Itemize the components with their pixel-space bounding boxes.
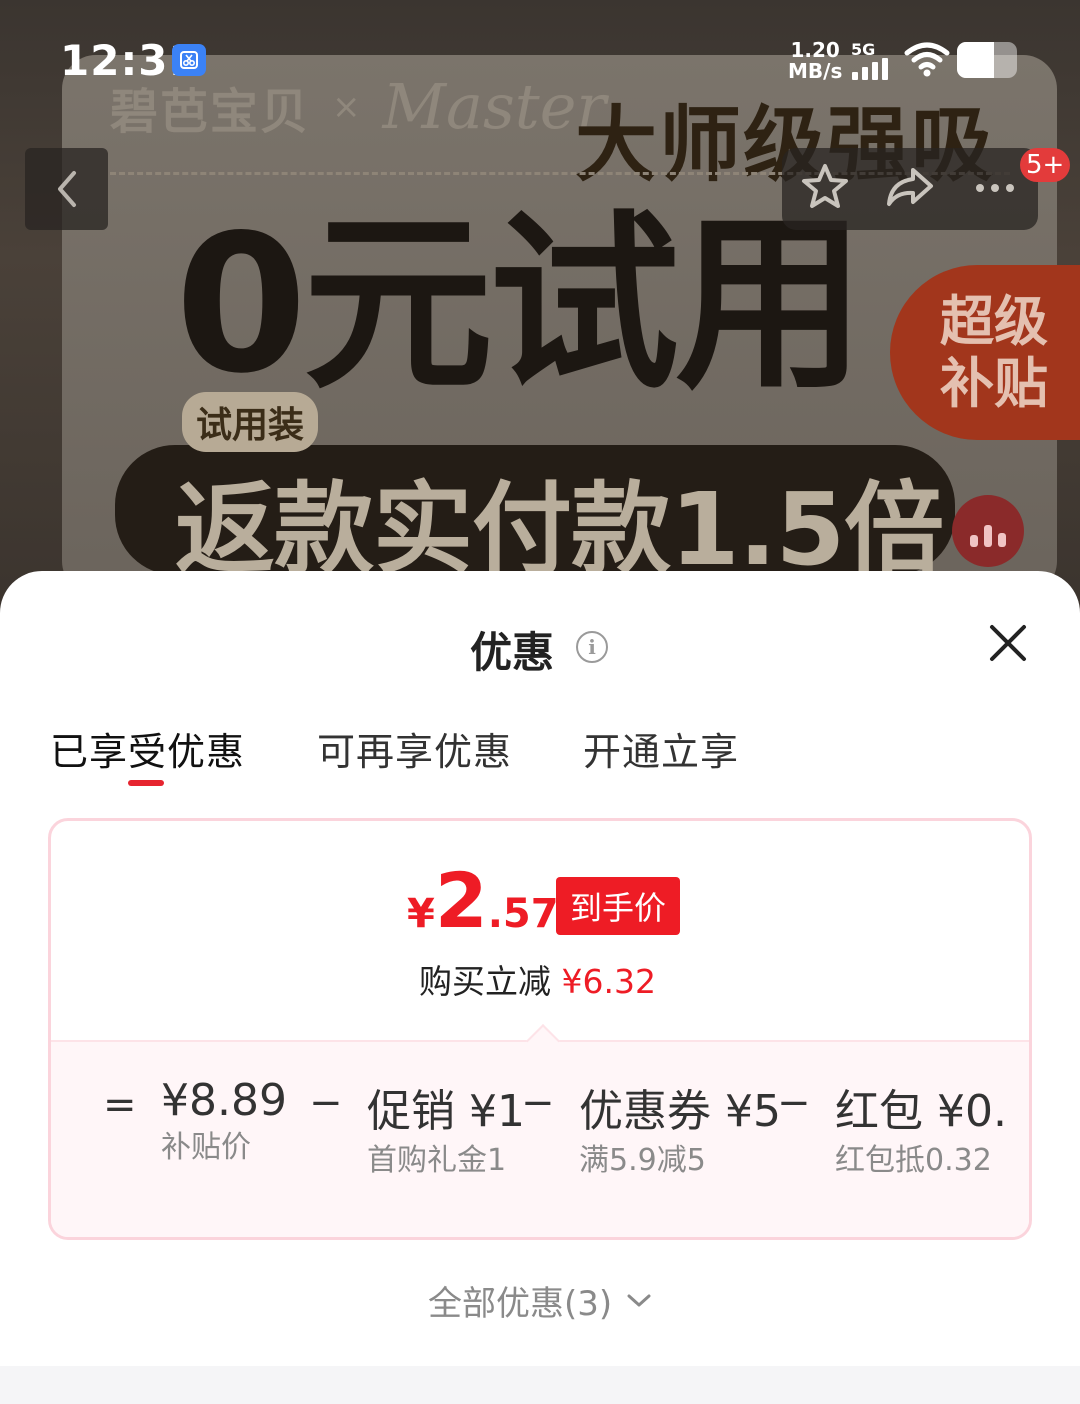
tab-more-discounts[interactable]: 可再享优惠: [317, 721, 512, 776]
bar-chart-icon[interactable]: [952, 495, 1024, 567]
final-price-summary: ¥ 2 .57 到手价 购买立减 ¥6.32: [51, 821, 1029, 1040]
final-price-card: ¥ 2 .57 到手价 购买立减 ¥6.32 = ¥8.89 补贴价 − 促销 …: [48, 818, 1032, 1240]
breakdown-item-subsidy-price: ¥8.89 补贴价: [161, 1075, 287, 1166]
savings-amount: ¥6.32: [561, 962, 656, 1001]
sheet-title: 优惠: [470, 628, 555, 677]
info-icon[interactable]: i: [576, 631, 608, 663]
back-button[interactable]: [25, 148, 108, 230]
message-badge[interactable]: 5+: [1020, 148, 1071, 182]
super-subsidy-badge[interactable]: 超级 补贴: [890, 265, 1080, 440]
breakdown-label: 首购礼金1: [367, 1143, 507, 1178]
minus-sign: −: [777, 1080, 811, 1126]
tab-enjoyed-discounts[interactable]: 已享受优惠: [50, 721, 245, 776]
battery-level-fill: [957, 42, 995, 78]
share-icon: [886, 168, 933, 206]
savings-prefix: 购买立减: [419, 962, 551, 1001]
wifi-icon: [904, 42, 950, 82]
close-button[interactable]: [984, 619, 1032, 667]
breakdown-value: 促销 ¥1: [367, 1086, 525, 1137]
favorite-button[interactable]: [798, 160, 852, 218]
network-type: 5G: [851, 40, 876, 59]
top-action-group: [782, 148, 1038, 230]
screenshot-scissor-icon: [172, 44, 206, 76]
breakdown-value: 红包 ¥0.: [835, 1086, 1007, 1137]
more-dots-icon: [976, 184, 1015, 192]
equals-sign: =: [103, 1082, 137, 1128]
breakdown-label: 红包抵0.32: [835, 1143, 992, 1178]
network-speed-value: 1.20: [790, 38, 840, 62]
minus-sign: −: [521, 1080, 555, 1126]
chevron-left-icon: [57, 171, 76, 207]
chevron-down-icon: [627, 1294, 651, 1306]
breakdown-item-red-packet: 红包 ¥0. 红包抵0.32: [835, 1075, 1007, 1179]
trial-tag: 试用装: [182, 392, 319, 452]
price-decimal: .57: [487, 891, 559, 937]
breakdown-item-promotion: 促销 ¥1 首购礼金1: [367, 1075, 525, 1179]
discount-sheet: 优惠 i 已享受优惠 可再享优惠 开通立享 ¥ 2 .57 到手价 购买立减 ¥…: [0, 571, 1080, 1366]
share-button[interactable]: [883, 160, 937, 218]
signal-icon: [852, 58, 888, 80]
active-tab-indicator: [128, 780, 164, 786]
headline-main: 0元试用: [175, 194, 865, 415]
more-button[interactable]: [968, 160, 1022, 218]
close-icon: [990, 625, 1026, 661]
minus-sign: −: [309, 1080, 343, 1126]
status-bar: 12:31 1.20 MB/s 5G: [0, 0, 1080, 110]
final-price-tag: 到手价: [556, 877, 681, 935]
network-speed: 1.20 MB/s: [788, 40, 842, 82]
subsidy-line1: 超级: [940, 289, 1048, 353]
all-offers-toggle[interactable]: 全部优惠(3): [428, 1276, 652, 1325]
breakdown-label: 满5.9减5: [579, 1143, 706, 1178]
price-integer: 2: [434, 856, 488, 945]
breakdown-value: 优惠券 ¥5: [579, 1086, 781, 1137]
battery-icon: [957, 42, 1017, 78]
breakdown-item-coupon: 优惠券 ¥5 满5.9减5: [579, 1075, 781, 1179]
breakdown-label: 补贴价: [161, 1130, 251, 1165]
network-speed-unit: MB/s: [788, 59, 843, 83]
subsidy-line2: 补贴: [940, 351, 1048, 415]
all-offers-label: 全部优惠(3): [428, 1284, 613, 1324]
breakdown-value: ¥8.89: [161, 1075, 287, 1126]
savings-line: 购买立减 ¥6.32: [419, 955, 656, 1003]
star-icon: [801, 164, 848, 208]
final-price: ¥ 2 .57: [407, 863, 559, 939]
price-currency-symbol: ¥: [407, 891, 435, 937]
price-breakdown: = ¥8.89 补贴价 − 促销 ¥1 首购礼金1 − 优惠券 ¥5 满5.9减…: [51, 1024, 1029, 1237]
tab-activate-discounts[interactable]: 开通立享: [583, 721, 739, 776]
